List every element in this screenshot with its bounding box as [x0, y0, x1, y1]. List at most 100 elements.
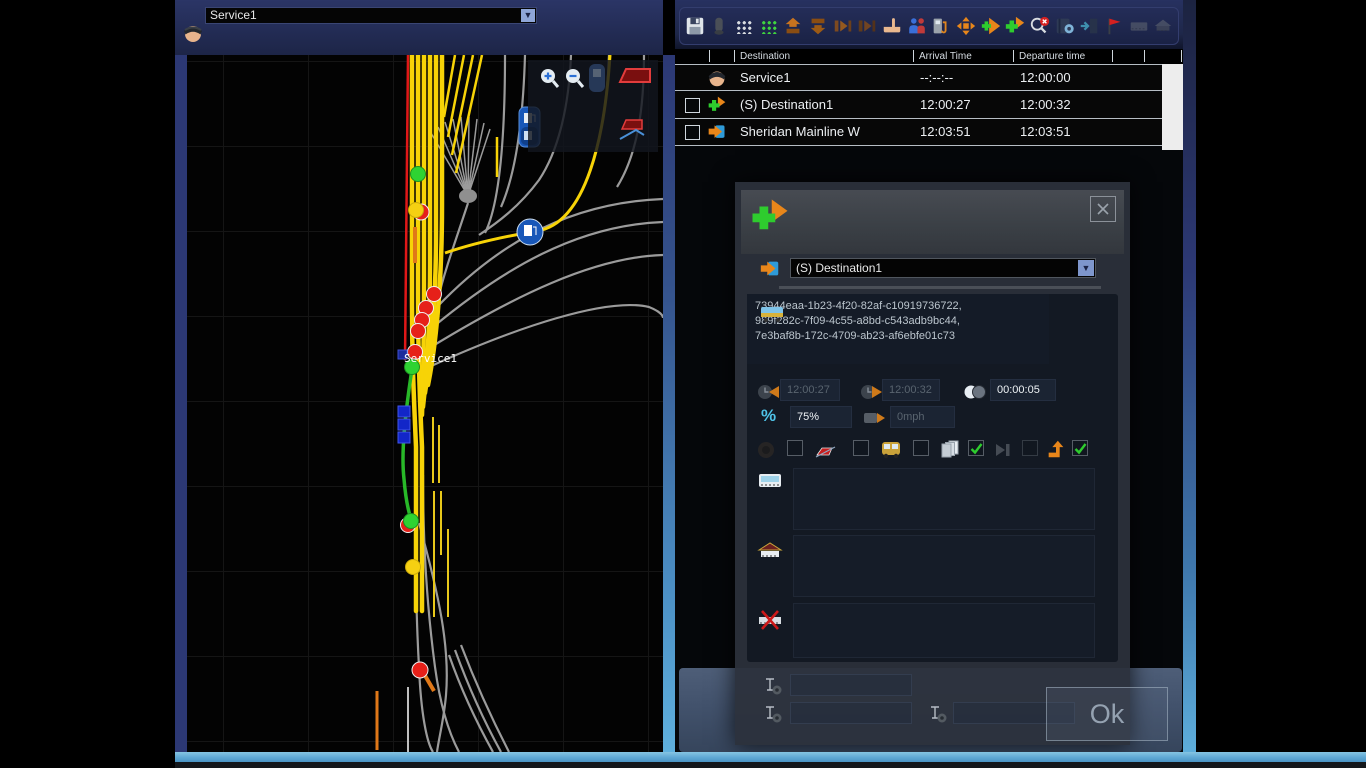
no-platform-icon: [757, 608, 783, 632]
cell-destination: (S) Destination1: [740, 97, 833, 112]
erase-icon[interactable]: [708, 14, 732, 38]
cell-arrival: --:--:--: [920, 70, 953, 85]
arrival-time-icon: [756, 380, 780, 404]
dialog-body: 73944eaa-1b23-4f20-82af-c10919736722, 98…: [747, 294, 1118, 662]
driver-icon: [705, 66, 729, 90]
row-checkbox[interactable]: [685, 98, 700, 113]
cell-departure: 12:00:00: [1020, 70, 1071, 85]
grid-dots-white-icon[interactable]: [732, 14, 756, 38]
step-forward-icon[interactable]: [831, 14, 855, 38]
bottom-frame-bar: [175, 752, 1366, 762]
option-checkbox-checked[interactable]: [968, 440, 984, 456]
option-checkbox-checked[interactable]: [1072, 440, 1088, 456]
arrival-time-field[interactable]: 12:00:27: [780, 379, 840, 401]
horn-icon: [756, 440, 776, 460]
train-label: Service1: [404, 352, 457, 365]
departure-time-icon: [859, 380, 883, 404]
flag-icon[interactable]: [1102, 14, 1126, 38]
portal-icon: [707, 122, 727, 142]
panel-right-border: [1183, 0, 1196, 762]
portal-icon: [759, 258, 781, 280]
stop-at-destination-dialog: (S) Destination1 ▼ 73944eaa-1b23-4f20-82…: [735, 182, 1130, 745]
instruction-field[interactable]: [790, 674, 912, 696]
performance-icon: %: [761, 406, 776, 426]
hand-pointer-icon[interactable]: [880, 14, 904, 38]
close-icon[interactable]: [1090, 196, 1116, 222]
consist-red-icon[interactable]: [618, 65, 652, 89]
enter-portal-icon[interactable]: [1078, 14, 1102, 38]
consist-markers: [398, 406, 410, 443]
col-destination: Destination: [740, 51, 790, 62]
option-checkbox[interactable]: [913, 440, 929, 456]
text-gear-icon: [928, 704, 948, 724]
departure-time-field[interactable]: 12:00:32: [882, 379, 940, 401]
table-row[interactable]: (S) Destination1 12:00:27 12:00:32: [675, 92, 1183, 119]
cell-departure: 12:00:32: [1020, 97, 1071, 112]
lower-icon[interactable]: [806, 14, 830, 38]
fuel-icon[interactable]: [930, 14, 954, 38]
fuel-toggle-icon[interactable]: [586, 62, 610, 86]
option-checkbox[interactable]: [787, 440, 803, 456]
cell-arrival: 12:03:51: [920, 124, 971, 139]
fuel-circle-marker: [517, 219, 543, 245]
speed-limit-field[interactable]: 0mph: [890, 406, 955, 428]
find-remove-icon[interactable]: [1028, 14, 1052, 38]
platform-list[interactable]: [793, 468, 1095, 530]
guid-line: 989f282c-7f09-4c55-a8bd-c543adb9bc44,: [755, 314, 1041, 329]
row-checkbox[interactable]: [685, 125, 700, 140]
option-checkbox[interactable]: [853, 440, 869, 456]
cards-icon: [938, 438, 962, 460]
option-checkbox[interactable]: [1022, 440, 1038, 456]
station-icon[interactable]: [1151, 14, 1175, 38]
dialog-header: [741, 190, 1124, 254]
cell-destination: Sheridan Mainline W: [740, 124, 860, 139]
zoom-in-icon[interactable]: [538, 67, 562, 91]
driver-icon: [182, 20, 204, 46]
platform-list-icon: [757, 470, 783, 492]
timetable-header: Destination Arrival Time Departure time: [675, 49, 1183, 64]
green-route-line: [403, 369, 412, 519]
cell-destination: Service1: [740, 70, 791, 85]
settings-book-icon[interactable]: [1053, 14, 1077, 38]
destination-select-value: (S) Destination1: [796, 261, 882, 275]
table-row[interactable]: Service1 --:--:-- 12:00:00: [675, 64, 1183, 91]
destination-select[interactable]: (S) Destination1 ▼: [790, 258, 1096, 278]
raise-icon[interactable]: [782, 14, 806, 38]
station-list[interactable]: [793, 535, 1095, 597]
add-stop-icon[interactable]: [1004, 14, 1028, 38]
exit-arrow-icon: [1045, 438, 1067, 460]
service-select-value: Service1: [210, 8, 257, 22]
consist-guid-list[interactable]: 73944eaa-1b23-4f20-82af-c10919736722, 98…: [747, 294, 1049, 364]
platform-icon[interactable]: [1127, 14, 1151, 38]
step-forward-alt-icon[interactable]: [856, 14, 880, 38]
stop-duration-field[interactable]: 00:00:05: [990, 379, 1056, 401]
station-list-icon: [757, 540, 783, 562]
save-icon[interactable]: [683, 14, 707, 38]
map-frame-right: [663, 55, 675, 752]
zoom-out-icon[interactable]: [563, 67, 587, 91]
cell-departure: 12:03:51: [1020, 124, 1071, 139]
table-scrollbar[interactable]: [1162, 64, 1183, 150]
consist-icon: [759, 302, 785, 324]
performance-field[interactable]: 75%: [790, 406, 852, 428]
skip-list[interactable]: [793, 603, 1095, 658]
ok-button[interactable]: Ok: [1046, 687, 1168, 741]
app-window: Service1 ▼: [0, 0, 1366, 768]
duration-icon: [961, 380, 989, 404]
add-driver-icon[interactable]: [979, 14, 1003, 38]
grid-dots-green-icon[interactable]: [757, 14, 781, 38]
vehicle-icon: [880, 438, 902, 460]
service-select[interactable]: Service1 ▼: [205, 7, 537, 24]
chevron-down-icon[interactable]: ▼: [521, 9, 535, 22]
text-gear-icon: [763, 704, 783, 724]
route-map[interactable]: Service1: [187, 55, 663, 752]
consist-red-small-icon[interactable]: [616, 115, 650, 143]
instruction-field[interactable]: [790, 702, 912, 724]
map-overlay-panel: [528, 60, 658, 152]
chevron-down-icon[interactable]: ▼: [1078, 260, 1094, 276]
expand-orange-icon[interactable]: [954, 14, 978, 38]
col-departure: Departure time: [1019, 51, 1085, 62]
bottom-ground-strip: [175, 762, 1366, 768]
table-row[interactable]: Sheridan Mainline W 12:03:51 12:03:51: [675, 119, 1183, 146]
passengers-icon[interactable]: [905, 14, 929, 38]
